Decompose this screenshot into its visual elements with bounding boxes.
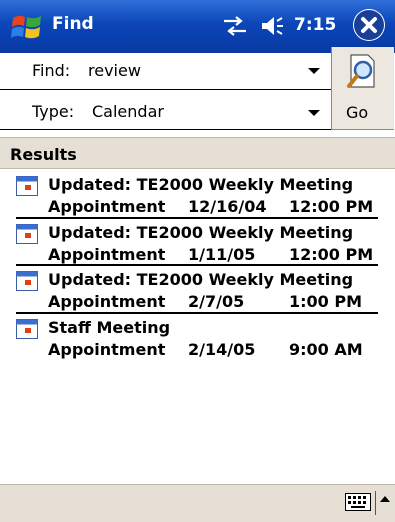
- list-item[interactable]: Staff Meeting Appointment 2/14/05 9:00 A…: [0, 314, 395, 364]
- result-title: Staff Meeting: [48, 318, 171, 337]
- type-select[interactable]: Calendar: [92, 102, 164, 121]
- search-icon: [347, 54, 375, 88]
- list-item[interactable]: Updated: TE2000 Weekly Meeting Appointme…: [0, 266, 395, 316]
- result-time: 1:00 PM: [289, 292, 363, 311]
- type-underline: [0, 129, 331, 130]
- keyboard-icon[interactable]: [345, 493, 371, 511]
- calendar-icon: [16, 224, 38, 244]
- clock[interactable]: 7:15: [294, 15, 336, 35]
- find-dropdown-icon[interactable]: [308, 68, 320, 74]
- result-date: 1/11/05: [188, 245, 256, 264]
- app-title: Find: [52, 14, 94, 34]
- go-label: Go: [346, 103, 369, 122]
- results-header: Results: [0, 137, 395, 169]
- title-bar: Find 7:15: [0, 0, 395, 53]
- go-button[interactable]: Go: [331, 47, 394, 130]
- volume-icon[interactable]: [259, 14, 285, 38]
- result-type: Appointment: [48, 340, 166, 359]
- result-title: Updated: TE2000 Weekly Meeting: [48, 175, 354, 194]
- result-date: 12/16/04: [188, 197, 267, 216]
- bottom-bar: [0, 484, 395, 522]
- connectivity-icon[interactable]: [222, 15, 248, 37]
- type-label: Type:: [32, 102, 75, 121]
- sip-divider: [375, 491, 376, 515]
- close-icon: [354, 10, 384, 40]
- result-type: Appointment: [48, 245, 166, 264]
- result-date: 2/14/05: [188, 340, 256, 359]
- result-title: Updated: TE2000 Weekly Meeting: [48, 270, 354, 289]
- list-item[interactable]: Updated: TE2000 Weekly Meeting Appointme…: [0, 171, 395, 221]
- sip-arrow-up-icon[interactable]: [380, 496, 390, 502]
- result-date: 2/7/05: [188, 292, 245, 311]
- result-type: Appointment: [48, 197, 166, 216]
- find-label: Find:: [32, 61, 71, 80]
- results-title: Results: [10, 145, 77, 164]
- result-time: 12:00 PM: [289, 197, 374, 216]
- close-button[interactable]: [353, 9, 385, 41]
- result-title: Updated: TE2000 Weekly Meeting: [48, 223, 354, 242]
- find-underline: [0, 89, 331, 90]
- windows-start-icon[interactable]: [10, 10, 44, 44]
- result-type: Appointment: [48, 292, 166, 311]
- result-time: 9:00 AM: [289, 340, 363, 359]
- calendar-icon: [16, 319, 38, 339]
- calendar-icon: [16, 176, 38, 196]
- result-time: 12:00 PM: [289, 245, 374, 264]
- type-dropdown-icon[interactable]: [308, 110, 320, 116]
- calendar-icon: [16, 271, 38, 291]
- list-item[interactable]: Updated: TE2000 Weekly Meeting Appointme…: [0, 219, 395, 269]
- find-input[interactable]: review: [88, 61, 141, 80]
